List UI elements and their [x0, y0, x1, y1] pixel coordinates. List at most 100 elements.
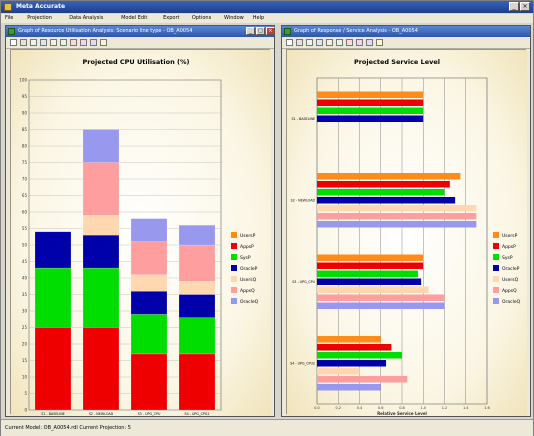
- bar-appsq: [317, 376, 408, 383]
- x-tick-label: 0.8: [399, 406, 405, 410]
- help-icon[interactable]: [100, 39, 107, 46]
- y-tick-label: 85: [22, 127, 28, 132]
- legend-label: SysP: [240, 255, 251, 261]
- bar-appsq: [317, 213, 477, 220]
- legend-label: OracleP: [240, 266, 258, 272]
- bar-usersq: [317, 205, 477, 212]
- legend-swatch-appsp: [493, 243, 499, 249]
- menu-item-export[interactable]: Export: [163, 15, 179, 22]
- print-icon[interactable]: [10, 39, 17, 46]
- grid-icon[interactable]: [326, 39, 333, 46]
- chart-title: Projected Service Level: [354, 58, 440, 66]
- x-tick-label: 1.0: [420, 406, 426, 410]
- bar-appsp: [317, 262, 424, 269]
- menu-item-help[interactable]: Help: [253, 15, 264, 22]
- menu-item-model-edit[interactable]: Model Edit: [121, 15, 147, 22]
- grid-icon[interactable]: [50, 39, 57, 46]
- legend-swatch-sysp: [493, 254, 499, 260]
- copy-icon[interactable]: [296, 39, 303, 46]
- bar-sysp: [317, 107, 424, 114]
- legend-swatch-appsq: [231, 287, 237, 293]
- bar-chart-icon[interactable]: [306, 39, 313, 46]
- export-icon[interactable]: [70, 39, 77, 46]
- palette-icon[interactable]: [356, 39, 363, 46]
- bar-segment-sysp: [34, 267, 72, 328]
- menu-item-projection[interactable]: Projection: [27, 15, 52, 22]
- menu-item-options[interactable]: Options: [192, 15, 211, 22]
- x-axis-label: Relative Service Level: [377, 411, 427, 416]
- legend-swatch-usersp: [231, 232, 237, 238]
- palette-icon[interactable]: [80, 39, 87, 46]
- y-tick-label: S1 - BASELINE: [291, 117, 315, 121]
- bar-sysp: [317, 352, 402, 359]
- bar-segment-oraclep: [130, 290, 168, 315]
- bar-segment-appsq: [130, 241, 168, 275]
- legend-swatch-oraclep: [231, 265, 237, 271]
- bar-segment-appsp: [178, 353, 216, 411]
- line-chart-icon[interactable]: [40, 39, 47, 46]
- bar-segment-appsq: [178, 244, 216, 282]
- settings-icon[interactable]: [90, 39, 97, 46]
- bar-segment-sysp: [82, 267, 120, 328]
- service-window-toolbar: [282, 37, 530, 49]
- minimize-button[interactable]: _: [509, 2, 519, 11]
- bar-oraclep: [317, 115, 424, 122]
- y-tick-label: S2 - NEWLOAD: [291, 198, 316, 202]
- bar-usersq: [317, 286, 429, 293]
- status-bar: Current Model: OB_A0054.rdl Current Proj…: [1, 419, 533, 436]
- graph-window-icon: [8, 28, 15, 35]
- cpu-window-minimize-button[interactable]: _: [246, 27, 255, 35]
- bar-segment-usersq: [178, 281, 216, 295]
- zoom-icon[interactable]: [60, 39, 67, 46]
- bar-oracleq: [317, 384, 381, 391]
- x-tick-label: 0.4: [357, 406, 363, 410]
- line-chart-icon[interactable]: [316, 39, 323, 46]
- legend-swatch-usersq: [231, 276, 237, 282]
- help-icon[interactable]: [376, 39, 383, 46]
- bar-sysp: [317, 270, 418, 277]
- cpu-window-close-button[interactable]: ×: [266, 27, 275, 35]
- cpu-window-title: Graph of Resource Utilisation Analysis: …: [18, 28, 193, 34]
- bar-segment-oracleq: [130, 218, 168, 242]
- x-tick-label: 1.6: [484, 406, 490, 410]
- bar-appsp: [317, 344, 392, 351]
- cpu-window-toolbar: [6, 37, 274, 49]
- menu-item-file[interactable]: File: [5, 15, 13, 22]
- service-level-chart: Projected Service Level 0.0 0.2 0.4 0.6 0.8 1.…: [287, 50, 527, 416]
- bar-appsp: [317, 181, 450, 188]
- cpu-chart-panel: Projected CPU Utilisation (%) 0 5 10 15 20 25 3…: [10, 49, 271, 416]
- y-tick-label: 50: [22, 243, 28, 248]
- bar-segment-usersq: [130, 274, 168, 292]
- menu-item-window[interactable]: Window: [224, 15, 244, 22]
- application-window: Meta Accurate _ × File Projection Data Ana…: [0, 0, 534, 436]
- bar-chart-icon[interactable]: [30, 39, 37, 46]
- y-tick-label: 75: [22, 160, 28, 165]
- settings-icon[interactable]: [366, 39, 373, 46]
- y-tick-label: 35: [22, 292, 28, 297]
- bar-segment-usersq: [82, 215, 120, 236]
- menu-item-data-analysis[interactable]: Data Analysis: [69, 15, 103, 22]
- cpu-utilisation-chart: Projected CPU Utilisation (%)05101520253…: [11, 50, 271, 416]
- bar-segment-sysp: [178, 317, 216, 355]
- y-tick-label: 80: [22, 144, 28, 149]
- bar-usersp: [317, 91, 424, 98]
- x-tick-label: 0.0: [314, 406, 320, 410]
- legend-swatch-sysp: [231, 254, 237, 260]
- x-tick-label: S2 - NEWLOAD: [89, 412, 114, 416]
- bar-appsp: [317, 99, 424, 106]
- print-icon[interactable]: [286, 39, 293, 46]
- bar-segment-oraclep: [34, 231, 72, 269]
- bar-appsq: [317, 294, 445, 301]
- cpu-window-maximize-button[interactable]: □: [256, 27, 265, 35]
- zoom-icon[interactable]: [336, 39, 343, 46]
- close-button[interactable]: ×: [520, 2, 530, 11]
- legend-label: UsersQ: [502, 277, 519, 283]
- copy-icon[interactable]: [20, 39, 27, 46]
- bar-sysp: [317, 189, 445, 196]
- legend-label: OracleP: [502, 266, 520, 272]
- app-title-bar: Meta Accurate _ ×: [1, 1, 533, 13]
- bar-segment-appsq: [82, 162, 120, 216]
- export-icon[interactable]: [346, 39, 353, 46]
- legend-swatch-oraclep: [493, 265, 499, 271]
- graph-window-icon: [284, 28, 291, 35]
